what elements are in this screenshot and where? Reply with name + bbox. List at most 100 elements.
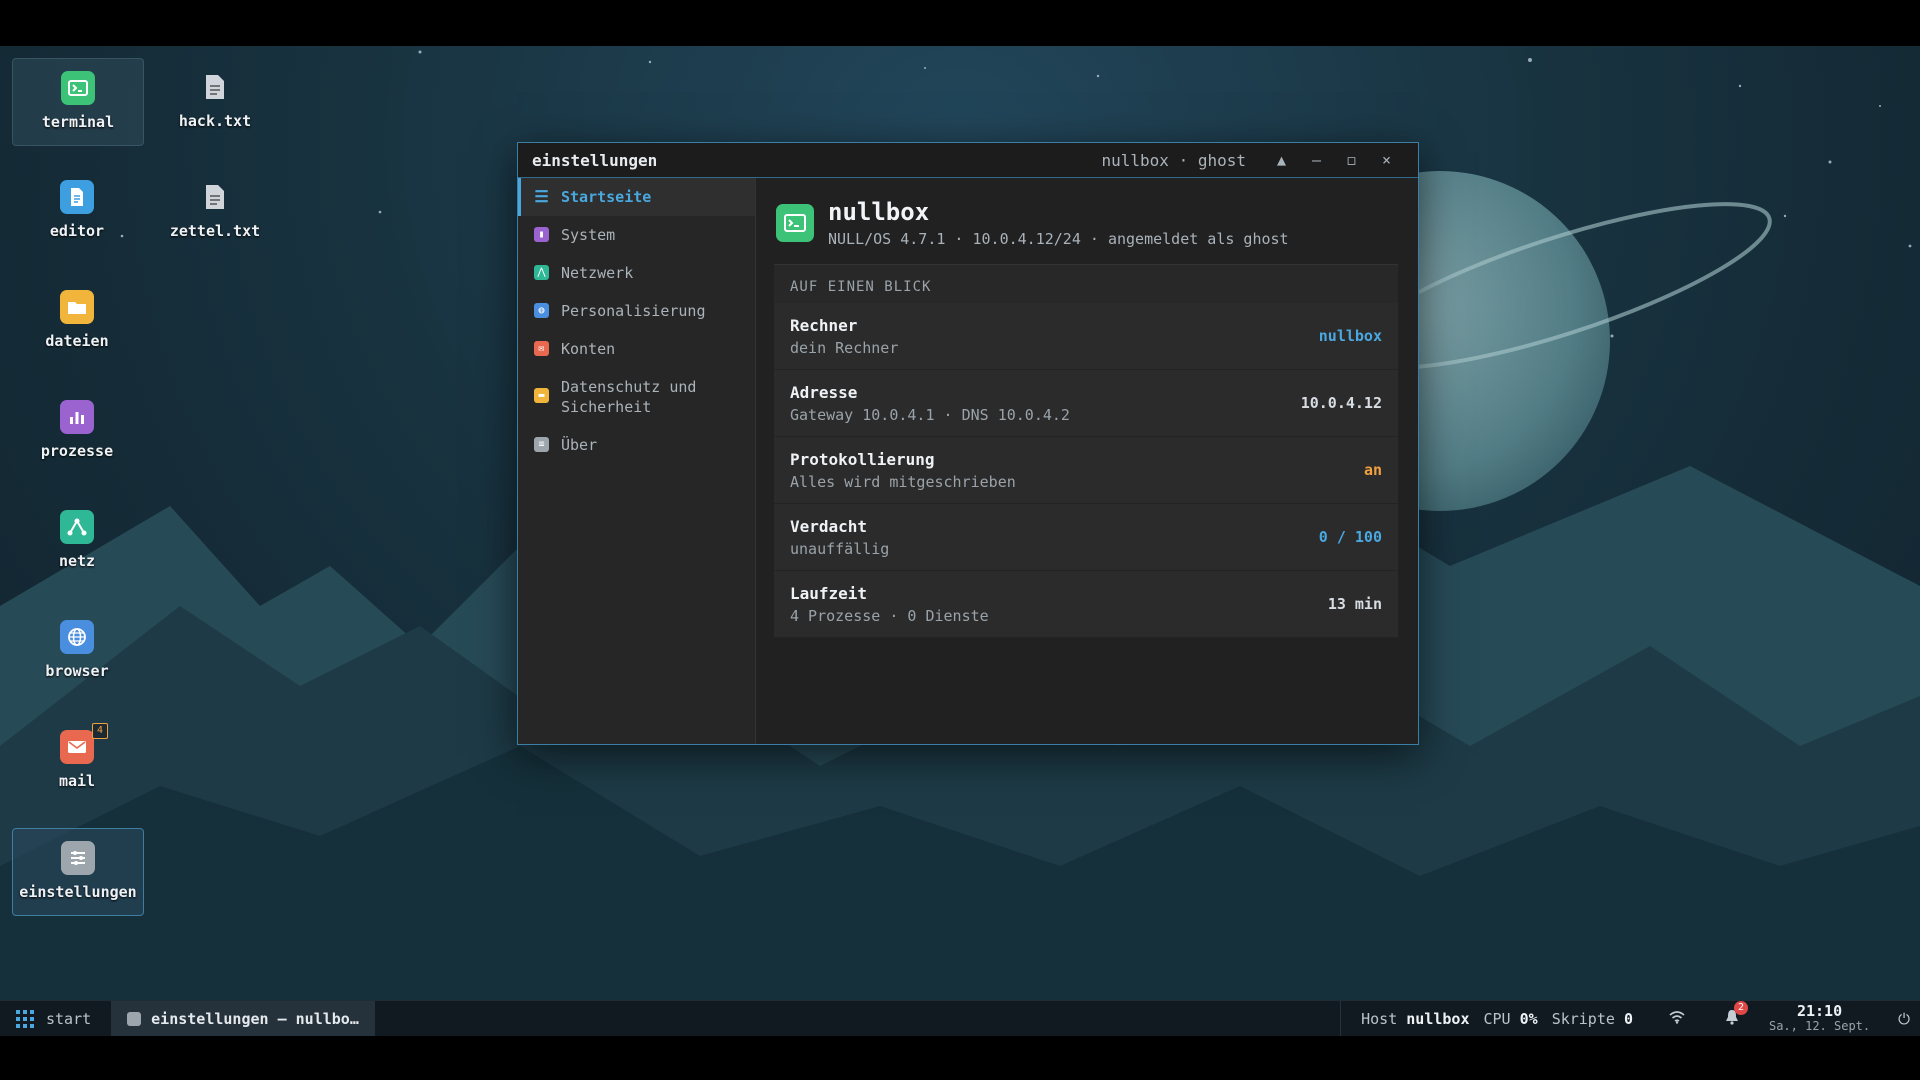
desktop-icon-label: browser	[45, 662, 109, 680]
glance-row-protokollierung: Protokollierung Alles wird mitgeschriebe…	[774, 437, 1398, 504]
desktop-icon-label: hack.txt	[178, 112, 252, 130]
window-title: einstellungen	[532, 150, 658, 170]
glance-row-adresse: Adresse Gateway 10.0.4.1 · DNS 10.0.4.2 …	[774, 370, 1398, 437]
glance-heading: AUF EINEN BLICK	[774, 265, 1398, 303]
list-icon: ☰	[534, 187, 549, 206]
glance-row-rechner: Rechner dein Rechner nullbox	[774, 303, 1398, 370]
tray-scripts-value: 0	[1623, 1009, 1633, 1028]
sidebar-item-system[interactable]: ▮ System	[518, 216, 755, 254]
row-title: Laufzeit	[790, 583, 868, 603]
sidebar-item-datenschutz[interactable]: ▬ Datenschutz und Sicherheit	[518, 368, 755, 426]
screen: terminal hack.txt editor zettel.txt date…	[0, 0, 1920, 1080]
desktop-icon-einstellungen[interactable]: einstellungen	[12, 828, 144, 916]
tray-scripts: Skripte 0	[1552, 1010, 1633, 1028]
desktop-icon-dateien[interactable]: dateien	[12, 278, 142, 364]
desktop-icon-zettel-txt[interactable]: zettel.txt	[150, 168, 280, 254]
row-title: Adresse	[790, 382, 858, 402]
bar-chart-icon: ▮	[534, 227, 549, 242]
sidebar-item-label: Personalisierung	[561, 302, 706, 320]
globe-icon	[60, 620, 94, 654]
window-minimize-button[interactable]: –	[1299, 151, 1334, 169]
wifi-icon[interactable]	[1669, 1010, 1685, 1028]
sidebar-item-startseite[interactable]: ☰ Startseite	[518, 178, 755, 216]
system-tray: Host nullbox CPU 0% Skripte 0 2 21:10 Sa…	[1340, 1000, 1920, 1036]
desktop-icon-terminal[interactable]: terminal	[12, 58, 144, 146]
text-file-icon	[198, 180, 232, 214]
row-subtitle: dein Rechner	[790, 338, 899, 357]
glance-row-verdacht: Verdacht unauffällig 0 / 100	[774, 504, 1398, 571]
row-value: an	[1363, 461, 1382, 479]
terminal-icon	[61, 71, 95, 105]
mail-icon: 4	[60, 723, 108, 764]
desktop-icon-label: editor	[49, 222, 105, 240]
system-subtitle: NULL/OS 4.7.1 · 10.0.4.12/24 · angemelde…	[828, 230, 1289, 248]
desktop-icon-label: netz	[58, 552, 96, 570]
notification-bell-icon[interactable]: 2	[1725, 1000, 1748, 1029]
row-value: 10.0.4.12	[1300, 394, 1382, 412]
globe-icon: ◍	[534, 303, 549, 318]
window-maximize-button[interactable]: ◻	[1334, 151, 1369, 169]
row-subtitle: Alles wird mitgeschrieben	[790, 472, 1016, 491]
window-host-label: nullbox · ghost	[1101, 150, 1247, 170]
desktop-icon-label: dateien	[45, 332, 109, 350]
power-icon[interactable]: ⏻	[1898, 1010, 1910, 1028]
sidebar-item-label: Über	[561, 436, 598, 454]
desktop-icon-label: prozesse	[40, 442, 114, 460]
document-icon	[60, 180, 94, 214]
clock-date: Sa., 12. Sept.	[1768, 1018, 1871, 1033]
glance-row-laufzeit: Laufzeit 4 Prozesse · 0 Dienste 13 min	[774, 571, 1398, 638]
row-value: 0 / 100	[1318, 528, 1382, 546]
settings-icon: ≡	[534, 437, 549, 452]
row-value: nullbox	[1318, 327, 1382, 345]
desktop-icon-hack-txt[interactable]: hack.txt	[150, 58, 280, 144]
sidebar-item-label: Startseite	[561, 188, 652, 206]
tray-scripts-label: Skripte	[1551, 1009, 1615, 1028]
tray-cpu: CPU 0%	[1484, 1010, 1538, 1028]
row-title: Rechner	[790, 315, 858, 335]
terminal-icon	[776, 204, 814, 242]
settings-main: nullbox NULL/OS 4.7.1 · 10.0.4.12/24 · a…	[756, 178, 1418, 744]
network-icon	[60, 510, 94, 544]
glance-panel: AUF EINEN BLICK Rechner dein Rechner nul…	[774, 264, 1398, 638]
desktop: terminal hack.txt editor zettel.txt date…	[0, 46, 1920, 1000]
clock-time: 21:10	[1796, 1001, 1843, 1020]
desktop-icon-prozesse[interactable]: prozesse	[12, 388, 142, 474]
text-file-icon	[198, 70, 232, 104]
desktop-icon-mail[interactable]: 4 mail	[12, 718, 142, 804]
start-button[interactable]: start	[0, 1001, 107, 1036]
desktop-icon-browser[interactable]: browser	[12, 608, 142, 694]
system-name: nullbox	[828, 198, 930, 226]
window-up-button[interactable]: ▲	[1264, 151, 1299, 169]
clock[interactable]: 21:10 Sa., 12. Sept.	[1768, 1001, 1871, 1034]
row-subtitle: 4 Prozesse · 0 Dienste	[790, 606, 989, 625]
folder-icon	[60, 290, 94, 324]
sidebar-item-personalisierung[interactable]: ◍ Personalisierung	[518, 292, 755, 330]
desktop-icon-label: zettel.txt	[169, 222, 261, 240]
sidebar-item-label: Konten	[561, 340, 616, 358]
desktop-icon-label: terminal	[41, 113, 115, 131]
network-icon: ⋀	[534, 265, 549, 280]
grid-icon	[16, 1009, 34, 1028]
bar-chart-icon	[60, 400, 94, 434]
settings-window: einstellungen nullbox · ghost ▲ – ◻ × ☰ …	[517, 142, 1419, 745]
settings-icon	[61, 841, 95, 875]
taskbar-item-einstellungen[interactable]: einstellungen — nullbo…	[111, 1001, 375, 1036]
tray-host-label: Host	[1361, 1009, 1398, 1028]
desktop-icon-label: einstellungen	[19, 883, 137, 901]
sidebar-item-ueber[interactable]: ≡ Über	[518, 426, 755, 464]
sidebar-item-netzwerk[interactable]: ⋀ Netzwerk	[518, 254, 755, 292]
sidebar-item-konten[interactable]: ✉ Konten	[518, 330, 755, 368]
window-titlebar[interactable]: einstellungen nullbox · ghost ▲ – ◻ ×	[518, 143, 1418, 178]
taskbar: start einstellungen — nullbo… Host nullb…	[0, 1000, 1920, 1036]
row-title: Verdacht	[790, 516, 868, 536]
desktop-icon-netz[interactable]: netz	[12, 498, 142, 584]
row-subtitle: unauffällig	[790, 539, 890, 558]
start-label: start	[46, 1009, 92, 1028]
tray-host-value: nullbox	[1406, 1009, 1470, 1028]
tray-cpu-value: 0%	[1519, 1009, 1538, 1028]
sidebar-item-label: Datenschutz und Sicherheit	[561, 378, 697, 416]
row-subtitle: Gateway 10.0.4.1 · DNS 10.0.4.2	[790, 405, 1070, 424]
desktop-icon-editor[interactable]: editor	[12, 168, 142, 254]
mail-icon: ✉	[534, 341, 549, 356]
window-close-button[interactable]: ×	[1369, 151, 1404, 169]
